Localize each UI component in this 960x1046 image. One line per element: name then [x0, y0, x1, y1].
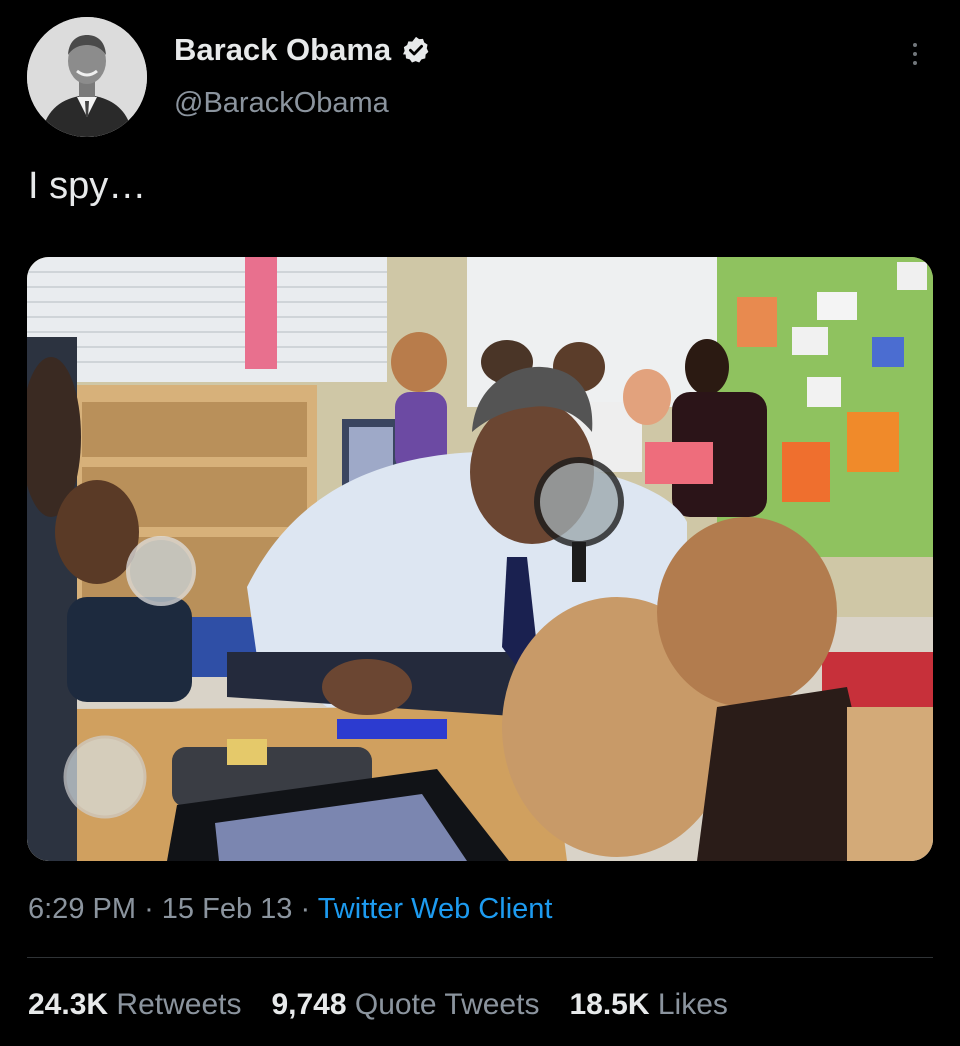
author-name-text: Barack Obama — [174, 32, 392, 67]
more-options-icon[interactable] — [895, 34, 935, 74]
tweet-stats: 24.3K Retweets 9,748 Quote Tweets 18.5K … — [28, 988, 728, 1022]
photo-icon — [27, 257, 933, 861]
retweets-label: Retweets — [116, 988, 242, 1021]
quote-tweets-label: Quote Tweets — [354, 988, 540, 1021]
quote-tweets-count: 9,748 — [271, 988, 347, 1021]
tweet-text: I spy… — [28, 165, 147, 207]
meta-separator: · — [144, 893, 154, 925]
tweet-source-link[interactable]: Twitter Web Client — [318, 893, 553, 925]
author-display-name[interactable]: Barack Obama — [174, 32, 431, 68]
retweets-count: 24.3K — [28, 988, 109, 1021]
likes-stat[interactable]: 18.5K Likes — [569, 988, 727, 1022]
likes-count: 18.5K — [569, 988, 650, 1021]
tweet-media-photo[interactable] — [27, 257, 933, 861]
retweets-stat[interactable]: 24.3K Retweets — [28, 988, 241, 1022]
tweet-time[interactable]: 6:29 PM — [28, 893, 136, 925]
tweet-metadata: 6:29 PM · 15 Feb 13 · Twitter Web Client — [28, 893, 552, 926]
divider — [27, 957, 933, 958]
profile-photo-icon — [27, 17, 147, 137]
author-handle[interactable]: @BarackObama — [174, 87, 389, 120]
meta-separator: · — [300, 893, 311, 925]
verified-badge-icon — [403, 36, 429, 63]
likes-label: Likes — [657, 988, 728, 1021]
avatar[interactable] — [27, 17, 147, 137]
tweet-date[interactable]: 15 Feb 13 — [162, 893, 293, 925]
quote-tweets-stat[interactable]: 9,748 Quote Tweets — [271, 988, 539, 1022]
